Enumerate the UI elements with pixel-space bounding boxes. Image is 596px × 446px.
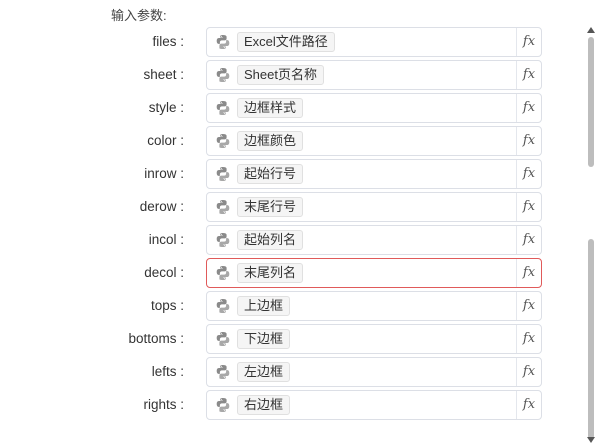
param-label: rights : bbox=[143, 397, 184, 412]
python-icon bbox=[216, 233, 230, 247]
python-icon bbox=[216, 200, 230, 214]
param-value-tag[interactable]: Sheet页名称 bbox=[237, 65, 324, 85]
python-icon bbox=[216, 101, 230, 115]
param-value-tag[interactable]: 左边框 bbox=[237, 362, 291, 382]
fx-icon[interactable]: fx bbox=[516, 127, 541, 155]
param-label: incol : bbox=[148, 232, 184, 247]
param-input[interactable]: Sheet页名称 fx bbox=[206, 60, 542, 90]
param-value-tag[interactable]: 边框颜色 bbox=[237, 131, 304, 151]
param-value-tag[interactable]: 起始行号 bbox=[237, 164, 304, 184]
param-row-4: inrow : 起始行号 fx bbox=[0, 159, 585, 192]
fx-icon[interactable]: fx bbox=[516, 292, 541, 320]
param-row-10: lefts : 左边框 fx bbox=[0, 357, 585, 390]
param-input[interactable]: 左边框 fx bbox=[206, 357, 542, 387]
param-label: sheet : bbox=[143, 67, 184, 82]
python-icon bbox=[216, 398, 230, 412]
fx-icon[interactable]: fx bbox=[516, 259, 541, 287]
fx-icon[interactable]: fx bbox=[516, 325, 541, 353]
param-row-8: tops : 上边框 fx bbox=[0, 291, 585, 324]
param-row-2: style : 边框样式 fx bbox=[0, 93, 585, 126]
param-value-tag[interactable]: 末尾行号 bbox=[237, 197, 304, 217]
section-title: 输入参数: bbox=[111, 8, 167, 23]
param-value-tag[interactable]: Excel文件路径 bbox=[237, 32, 335, 52]
python-icon bbox=[216, 68, 230, 82]
scrollbar[interactable] bbox=[586, 27, 596, 446]
scroll-thumb-lower[interactable] bbox=[588, 239, 594, 439]
param-input[interactable]: 末尾行号 fx bbox=[206, 192, 542, 222]
param-input[interactable]: 起始行号 fx bbox=[206, 159, 542, 189]
param-input[interactable]: 右边框 fx bbox=[206, 390, 542, 420]
param-value-tag[interactable]: 下边框 bbox=[237, 329, 291, 349]
param-input[interactable]: 边框颜色 fx bbox=[206, 126, 542, 156]
param-value-tag[interactable]: 起始列名 bbox=[237, 230, 304, 250]
param-input[interactable]: 起始列名 fx bbox=[206, 225, 542, 255]
python-icon bbox=[216, 332, 230, 346]
param-value-tag[interactable]: 末尾列名 bbox=[237, 263, 304, 283]
param-label: inrow : bbox=[144, 166, 184, 181]
scroll-down-arrow-icon[interactable] bbox=[587, 437, 595, 443]
param-input[interactable]: 下边框 fx bbox=[206, 324, 542, 354]
fx-icon[interactable]: fx bbox=[516, 160, 541, 188]
param-label: lefts : bbox=[151, 364, 184, 379]
param-label: tops : bbox=[150, 298, 184, 313]
python-icon bbox=[216, 167, 230, 181]
param-row-9: bottoms : 下边框 fx bbox=[0, 324, 585, 357]
param-row-3: color : 边框颜色 fx bbox=[0, 126, 585, 159]
param-label: decol : bbox=[144, 265, 184, 280]
scroll-thumb[interactable] bbox=[588, 37, 594, 167]
param-input[interactable]: 边框样式 fx bbox=[206, 93, 542, 123]
param-row-0: files : Excel文件路径 fx bbox=[0, 27, 585, 60]
param-value-tag[interactable]: 上边框 bbox=[237, 296, 291, 316]
param-label: files : bbox=[152, 34, 184, 49]
param-row-7: decol : 末尾列名 fx bbox=[0, 258, 585, 291]
fx-icon[interactable]: fx bbox=[516, 226, 541, 254]
param-label: bottoms : bbox=[128, 331, 184, 346]
param-list: files : Excel文件路径 fx sheet : Sheet页名称 fx… bbox=[0, 27, 585, 423]
python-icon bbox=[216, 266, 230, 280]
fx-icon[interactable]: fx bbox=[516, 94, 541, 122]
fx-icon[interactable]: fx bbox=[516, 61, 541, 89]
param-row-5: derow : 末尾行号 fx bbox=[0, 192, 585, 225]
param-row-1: sheet : Sheet页名称 fx bbox=[0, 60, 585, 93]
fx-icon[interactable]: fx bbox=[516, 193, 541, 221]
param-label: style : bbox=[148, 100, 184, 115]
fx-icon[interactable]: fx bbox=[516, 358, 541, 386]
param-input[interactable]: 上边框 fx bbox=[206, 291, 542, 321]
param-value-tag[interactable]: 边框样式 bbox=[237, 98, 304, 118]
param-input[interactable]: 末尾列名 fx bbox=[206, 258, 542, 288]
param-row-6: incol : 起始列名 fx bbox=[0, 225, 585, 258]
param-value-tag[interactable]: 右边框 bbox=[237, 395, 291, 415]
python-icon bbox=[216, 134, 230, 148]
fx-icon[interactable]: fx bbox=[516, 28, 541, 56]
python-icon bbox=[216, 365, 230, 379]
python-icon bbox=[216, 299, 230, 313]
param-input[interactable]: Excel文件路径 fx bbox=[206, 27, 542, 57]
scroll-up-arrow-icon[interactable] bbox=[587, 27, 595, 33]
param-row-11: rights : 右边框 fx bbox=[0, 390, 585, 423]
param-label: color : bbox=[147, 133, 184, 148]
fx-icon[interactable]: fx bbox=[516, 391, 541, 419]
param-label: derow : bbox=[139, 199, 184, 214]
python-icon bbox=[216, 35, 230, 49]
